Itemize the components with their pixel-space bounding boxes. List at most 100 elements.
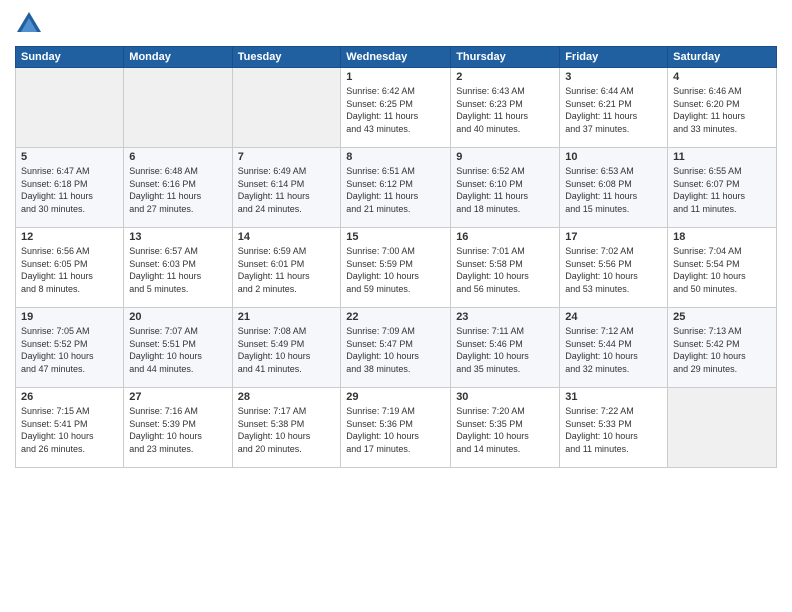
week-row-5: 26 Sunrise: 7:15 AM Sunset: 5:41 PM Dayli… xyxy=(16,388,777,468)
calendar-cell: 20 Sunrise: 7:07 AM Sunset: 5:51 PM Dayli… xyxy=(124,308,232,388)
day-info: Sunrise: 6:44 AM Sunset: 6:21 PM Dayligh… xyxy=(565,85,662,135)
day-info: Sunrise: 7:05 AM Sunset: 5:52 PM Dayligh… xyxy=(21,325,118,375)
day-number: 12 xyxy=(21,231,118,243)
weekday-sunday: Sunday xyxy=(16,47,124,68)
week-row-3: 12 Sunrise: 6:56 AM Sunset: 6:05 PM Dayli… xyxy=(16,228,777,308)
day-info: Sunrise: 6:56 AM Sunset: 6:05 PM Dayligh… xyxy=(21,245,118,295)
day-info: Sunrise: 7:01 AM Sunset: 5:58 PM Dayligh… xyxy=(456,245,554,295)
day-number: 3 xyxy=(565,71,662,83)
calendar-cell: 17Sunrise: 7:02 AM Sunset: 5:56 PM Dayli… xyxy=(560,228,668,308)
calendar-cell: 18 Sunrise: 7:04 AM Sunset: 5:54 PM Dayli… xyxy=(668,228,777,308)
day-number: 27 xyxy=(129,391,226,403)
calendar: SundayMondayTuesdayWednesdayThursdayFrid… xyxy=(15,46,777,468)
day-number: 15 xyxy=(346,231,445,243)
calendar-cell: 8 Sunrise: 6:51 AM Sunset: 6:12 PM Daylig… xyxy=(341,148,451,228)
calendar-cell: 16 Sunrise: 7:01 AM Sunset: 5:58 PM Dayli… xyxy=(451,228,560,308)
calendar-cell: 19 Sunrise: 7:05 AM Sunset: 5:52 PM Dayli… xyxy=(16,308,124,388)
day-info: Sunrise: 7:12 AM Sunset: 5:44 PM Dayligh… xyxy=(565,325,662,375)
day-number: 22 xyxy=(346,311,445,323)
calendar-cell: 30Sunrise: 7:20 AM Sunset: 5:35 PM Dayli… xyxy=(451,388,560,468)
day-info: Sunrise: 7:09 AM Sunset: 5:47 PM Dayligh… xyxy=(346,325,445,375)
calendar-cell: 1Sunrise: 6:42 AM Sunset: 6:25 PM Daylig… xyxy=(341,68,451,148)
calendar-cell: 24Sunrise: 7:12 AM Sunset: 5:44 PM Dayli… xyxy=(560,308,668,388)
day-number: 21 xyxy=(238,311,336,323)
calendar-cell xyxy=(668,388,777,468)
day-number: 31 xyxy=(565,391,662,403)
calendar-cell: 23 Sunrise: 7:11 AM Sunset: 5:46 PM Dayli… xyxy=(451,308,560,388)
day-number: 26 xyxy=(21,391,118,403)
day-info: Sunrise: 6:51 AM Sunset: 6:12 PM Dayligh… xyxy=(346,165,445,215)
day-number: 28 xyxy=(238,391,336,403)
day-number: 6 xyxy=(129,151,226,163)
day-info: Sunrise: 6:55 AM Sunset: 6:07 PM Dayligh… xyxy=(673,165,771,215)
weekday-saturday: Saturday xyxy=(668,47,777,68)
day-number: 7 xyxy=(238,151,336,163)
day-number: 18 xyxy=(673,231,771,243)
day-number: 2 xyxy=(456,71,554,83)
day-number: 25 xyxy=(673,311,771,323)
day-number: 4 xyxy=(673,71,771,83)
day-number: 23 xyxy=(456,311,554,323)
day-info: Sunrise: 7:13 AM Sunset: 5:42 PM Dayligh… xyxy=(673,325,771,375)
day-number: 17 xyxy=(565,231,662,243)
logo xyxy=(15,10,47,38)
day-info: Sunrise: 6:52 AM Sunset: 6:10 PM Dayligh… xyxy=(456,165,554,215)
day-info: Sunrise: 6:59 AM Sunset: 6:01 PM Dayligh… xyxy=(238,245,336,295)
calendar-cell: 9 Sunrise: 6:52 AM Sunset: 6:10 PM Daylig… xyxy=(451,148,560,228)
day-info: Sunrise: 7:07 AM Sunset: 5:51 PM Dayligh… xyxy=(129,325,226,375)
calendar-cell: 14 Sunrise: 6:59 AM Sunset: 6:01 PM Dayli… xyxy=(232,228,341,308)
day-number: 9 xyxy=(456,151,554,163)
day-number: 16 xyxy=(456,231,554,243)
page: SundayMondayTuesdayWednesdayThursdayFrid… xyxy=(0,0,792,612)
calendar-cell: 11Sunrise: 6:55 AM Sunset: 6:07 PM Dayli… xyxy=(668,148,777,228)
calendar-cell: 22 Sunrise: 7:09 AM Sunset: 5:47 PM Dayli… xyxy=(341,308,451,388)
day-info: Sunrise: 7:08 AM Sunset: 5:49 PM Dayligh… xyxy=(238,325,336,375)
day-info: Sunrise: 7:15 AM Sunset: 5:41 PM Dayligh… xyxy=(21,405,118,455)
day-info: Sunrise: 6:53 AM Sunset: 6:08 PM Dayligh… xyxy=(565,165,662,215)
day-info: Sunrise: 7:00 AM Sunset: 5:59 PM Dayligh… xyxy=(346,245,445,295)
calendar-cell: 10 Sunrise: 6:53 AM Sunset: 6:08 PM Dayli… xyxy=(560,148,668,228)
calendar-cell xyxy=(16,68,124,148)
day-info: Sunrise: 6:46 AM Sunset: 6:20 PM Dayligh… xyxy=(673,85,771,135)
calendar-cell: 15 Sunrise: 7:00 AM Sunset: 5:59 PM Dayli… xyxy=(341,228,451,308)
calendar-cell: 29Sunrise: 7:19 AM Sunset: 5:36 PM Dayli… xyxy=(341,388,451,468)
day-number: 19 xyxy=(21,311,118,323)
day-number: 14 xyxy=(238,231,336,243)
calendar-cell: 31Sunrise: 7:22 AM Sunset: 5:33 PM Dayli… xyxy=(560,388,668,468)
weekday-header-row: SundayMondayTuesdayWednesdayThursdayFrid… xyxy=(16,47,777,68)
day-number: 5 xyxy=(21,151,118,163)
calendar-cell: 28 Sunrise: 7:17 AM Sunset: 5:38 PM Dayli… xyxy=(232,388,341,468)
day-info: Sunrise: 6:43 AM Sunset: 6:23 PM Dayligh… xyxy=(456,85,554,135)
calendar-cell: 25 Sunrise: 7:13 AM Sunset: 5:42 PM Dayli… xyxy=(668,308,777,388)
day-info: Sunrise: 7:11 AM Sunset: 5:46 PM Dayligh… xyxy=(456,325,554,375)
day-number: 13 xyxy=(129,231,226,243)
weekday-monday: Monday xyxy=(124,47,232,68)
day-info: Sunrise: 6:49 AM Sunset: 6:14 PM Dayligh… xyxy=(238,165,336,215)
week-row-4: 19 Sunrise: 7:05 AM Sunset: 5:52 PM Dayli… xyxy=(16,308,777,388)
calendar-cell: 5 Sunrise: 6:47 AM Sunset: 6:18 PM Daylig… xyxy=(16,148,124,228)
day-number: 10 xyxy=(565,151,662,163)
day-info: Sunrise: 7:17 AM Sunset: 5:38 PM Dayligh… xyxy=(238,405,336,455)
calendar-cell: 21 Sunrise: 7:08 AM Sunset: 5:49 PM Dayli… xyxy=(232,308,341,388)
calendar-cell: 13Sunrise: 6:57 AM Sunset: 6:03 PM Dayli… xyxy=(124,228,232,308)
calendar-cell: 3 Sunrise: 6:44 AM Sunset: 6:21 PM Daylig… xyxy=(560,68,668,148)
calendar-cell: 4 Sunrise: 6:46 AM Sunset: 6:20 PM Daylig… xyxy=(668,68,777,148)
day-number: 20 xyxy=(129,311,226,323)
day-info: Sunrise: 7:16 AM Sunset: 5:39 PM Dayligh… xyxy=(129,405,226,455)
calendar-cell: 26 Sunrise: 7:15 AM Sunset: 5:41 PM Dayli… xyxy=(16,388,124,468)
header xyxy=(15,10,777,38)
day-number: 1 xyxy=(346,71,445,83)
calendar-cell xyxy=(124,68,232,148)
week-row-1: 1Sunrise: 6:42 AM Sunset: 6:25 PM Daylig… xyxy=(16,68,777,148)
day-number: 8 xyxy=(346,151,445,163)
calendar-cell xyxy=(232,68,341,148)
calendar-cell: 7 Sunrise: 6:49 AM Sunset: 6:14 PM Daylig… xyxy=(232,148,341,228)
logo-icon xyxy=(15,10,43,38)
day-info: Sunrise: 6:47 AM Sunset: 6:18 PM Dayligh… xyxy=(21,165,118,215)
calendar-cell: 27 Sunrise: 7:16 AM Sunset: 5:39 PM Dayli… xyxy=(124,388,232,468)
day-info: Sunrise: 7:19 AM Sunset: 5:36 PM Dayligh… xyxy=(346,405,445,455)
day-number: 30 xyxy=(456,391,554,403)
week-row-2: 5 Sunrise: 6:47 AM Sunset: 6:18 PM Daylig… xyxy=(16,148,777,228)
weekday-thursday: Thursday xyxy=(451,47,560,68)
day-info: Sunrise: 7:04 AM Sunset: 5:54 PM Dayligh… xyxy=(673,245,771,295)
